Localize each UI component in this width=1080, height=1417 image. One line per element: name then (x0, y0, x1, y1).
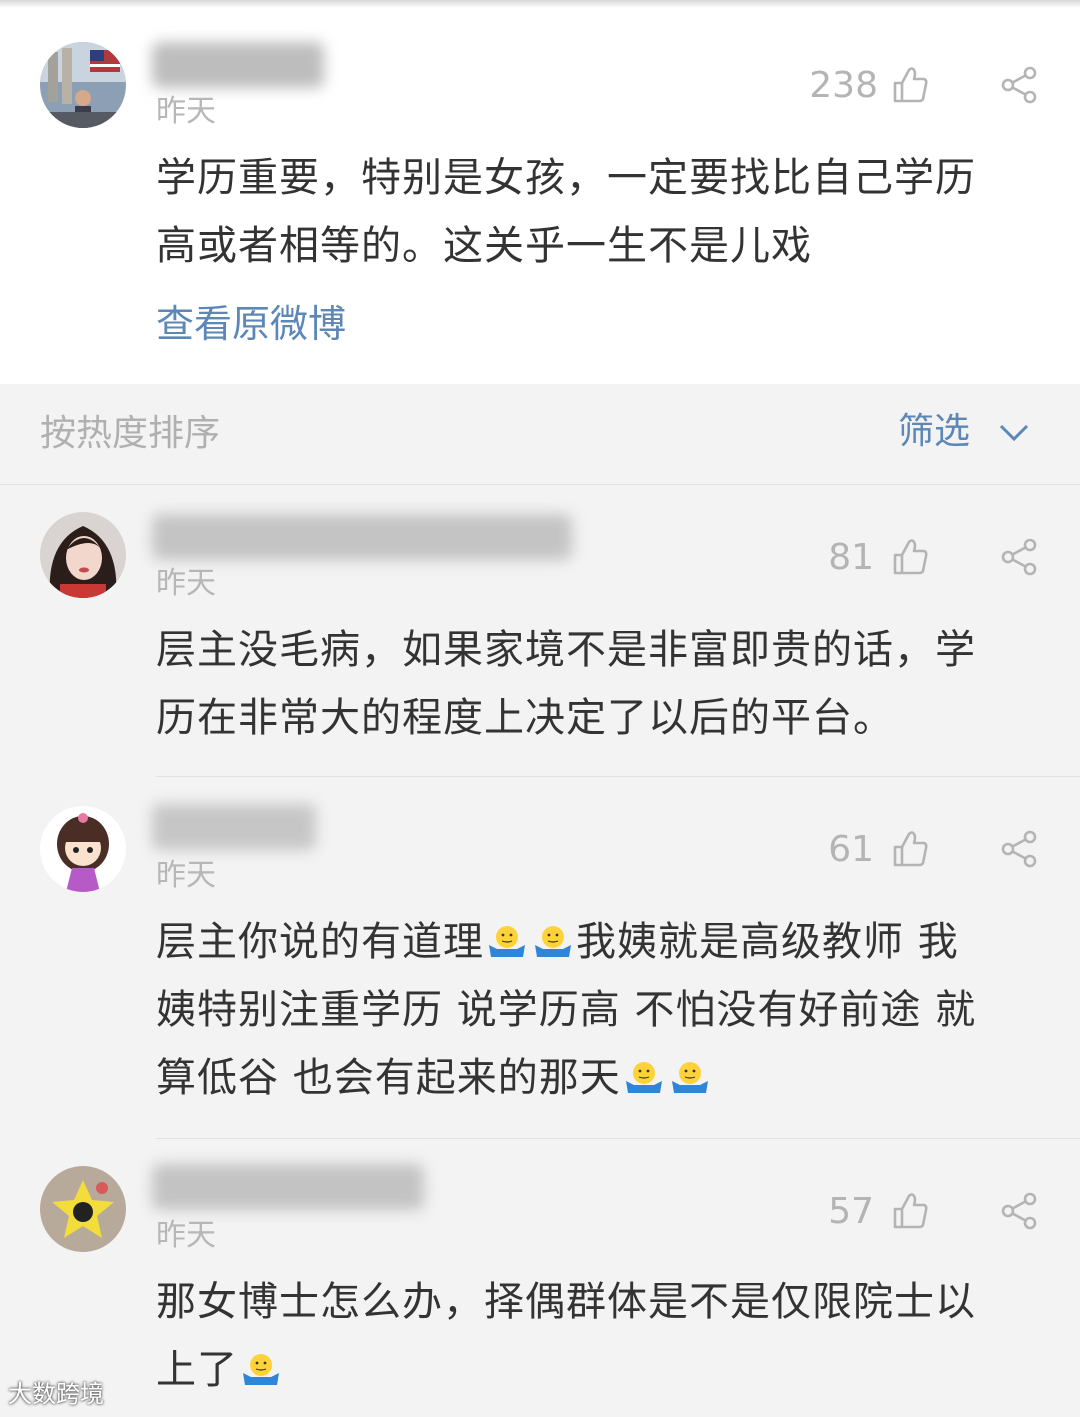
avatar[interactable] (40, 1166, 126, 1252)
view-original-weibo-link[interactable]: 查看原微博 (156, 300, 346, 348)
like-count: 57 (828, 1191, 874, 1232)
comment-text-line: 历在非常大的程度上决定了以后的平台。 (156, 695, 894, 741)
like-count: 238 (809, 65, 878, 106)
comment-text-line: 高或者相等的。这关乎一生不是儿戏 (156, 223, 812, 269)
share-icon[interactable] (1000, 1192, 1038, 1230)
comment-time: 昨天 (156, 858, 216, 893)
sort-by-hot-label[interactable]: 按热度排序 (40, 410, 220, 458)
sort-bar: 按热度排序 筛选 (0, 386, 1080, 485)
divider (156, 776, 1080, 777)
comment-text-line: 层主你说的有道理 我姨就是高级教师 我 (156, 908, 1036, 976)
share-icon[interactable] (1000, 538, 1038, 576)
comment-text-line: 那女博士怎么办，择偶群体是不是仅限院士以 (156, 1279, 976, 1325)
avatar[interactable] (40, 512, 126, 598)
comment-text-line: 层主没毛病，如果家境不是非富即贵的话，学 (156, 627, 976, 673)
like-count: 61 (828, 829, 874, 870)
username-blurred[interactable] (152, 804, 316, 850)
comment-time: 昨天 (156, 94, 216, 129)
original-comment: 昨天 238 学历重要，特别是女孩，一定要找比自己学历 高或者相等的。这关乎一生… (0, 0, 1080, 384)
comment-text-segment: 层主你说的有道理 (156, 919, 484, 965)
comment-text-segment: 算低谷 也会有起来的那天 (156, 1055, 621, 1101)
comment-text: 层主你说的有道理 我姨就是高级教师 我 姨特别注重学历 说学历高 不怕没有好前途… (156, 908, 1036, 1112)
username-blurred[interactable] (152, 514, 572, 560)
shrug-emoji-icon (671, 1062, 708, 1093)
comment-time: 昨天 (156, 566, 216, 601)
watermark-logo: 大数跨境 (8, 1380, 104, 1408)
thumbs-up-icon[interactable] (892, 538, 928, 576)
comment-text-line: 学历重要，特别是女孩，一定要找比自己学历 (156, 155, 976, 201)
comment-text-line: 姨特别注重学历 说学历高 不怕没有好前途 就 (156, 987, 977, 1033)
share-icon[interactable] (1000, 66, 1038, 104)
shrug-emoji-icon (625, 1062, 662, 1093)
avatar[interactable] (40, 42, 126, 128)
chevron-down-icon[interactable] (998, 422, 1030, 444)
comment-time: 昨天 (156, 1218, 216, 1253)
divider (156, 1138, 1080, 1139)
comment-text: 学历重要，特别是女孩，一定要找比自己学历 高或者相等的。这关乎一生不是儿戏 (156, 144, 1036, 280)
shrug-emoji-icon (243, 1354, 279, 1385)
shrug-emoji-icon (535, 926, 571, 957)
comment-text: 那女博士怎么办，择偶群体是不是仅限院士以 上了 (156, 1268, 1036, 1404)
comment-text: 层主没毛病，如果家境不是非富即贵的话，学 历在非常大的程度上决定了以后的平台。 (156, 616, 1036, 752)
comment-text-line: 算低谷 也会有起来的那天 (156, 1044, 1036, 1112)
thumbs-up-icon[interactable] (892, 1192, 928, 1230)
comment-text-segment: 上了 (156, 1347, 238, 1393)
like-count: 81 (828, 537, 874, 578)
filter-button[interactable]: 筛选 (898, 408, 970, 456)
top-shadow (0, 0, 1080, 8)
share-icon[interactable] (1000, 830, 1038, 868)
comment-text-segment: 我姨就是高级教师 我 (576, 919, 959, 965)
avatar[interactable] (40, 806, 126, 892)
comment-text-line: 上了 (156, 1336, 1036, 1404)
username-blurred[interactable] (152, 42, 324, 88)
shrug-emoji-icon (489, 926, 525, 957)
thumbs-up-icon[interactable] (892, 830, 928, 868)
username-blurred[interactable] (152, 1164, 424, 1210)
thumbs-up-icon[interactable] (892, 66, 928, 104)
